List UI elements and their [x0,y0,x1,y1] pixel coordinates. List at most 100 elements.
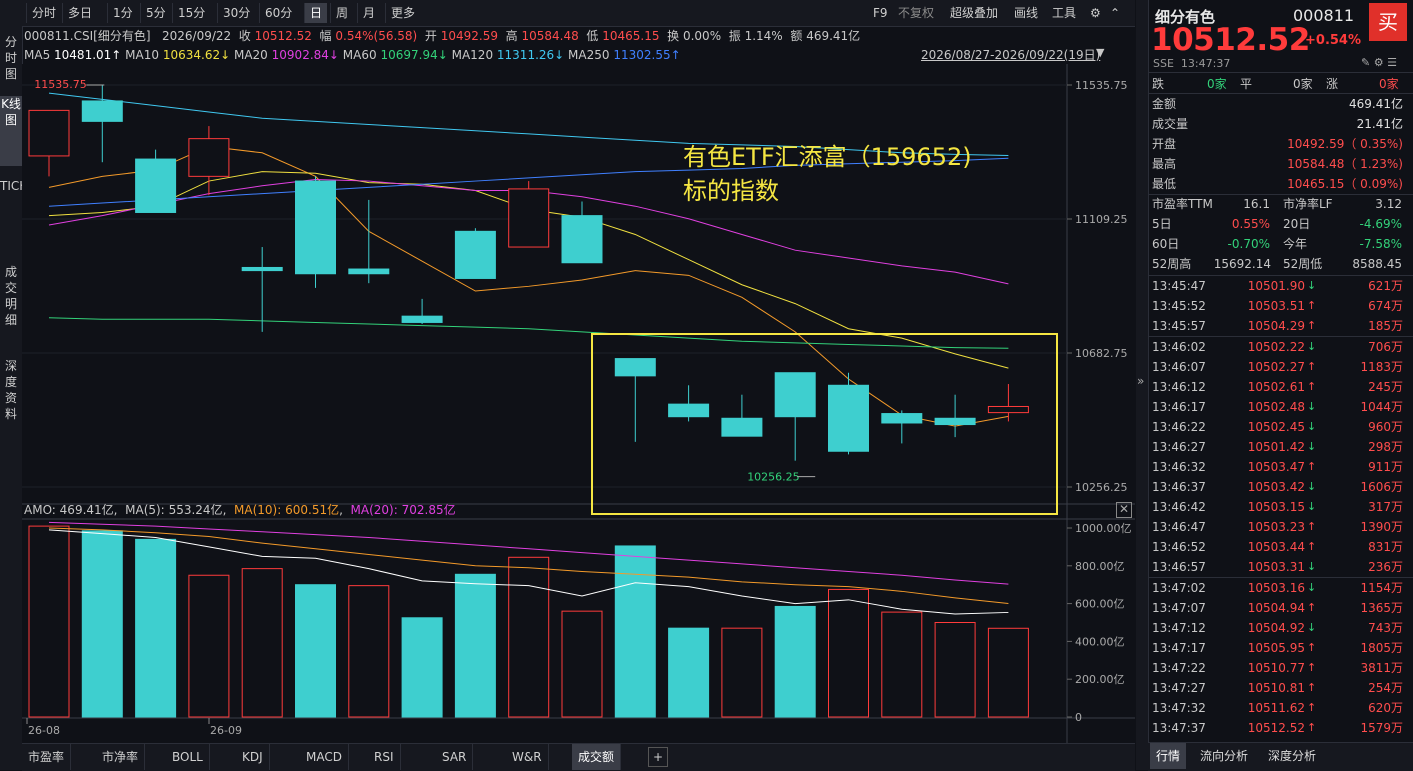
tab-period-9[interactable]: 月 [357,3,380,23]
tick-time-13: 13:46:52 [1152,540,1206,554]
draw-line-button[interactable]: 画线 [1014,3,1038,23]
tick-price-3: 10502.22 [1247,340,1305,354]
tick-time-18: 13:47:17 [1152,641,1206,655]
tick-arrow-0: ↓ [1307,279,1317,292]
pb-value: 3.12 [1375,197,1402,211]
nav-tick[interactable]: TICK [0,178,27,252]
high-label: 高 [505,29,518,43]
stat-value-0: 469.41亿 [1349,97,1403,111]
return-value-b-0: -4.69% [1359,217,1402,231]
tab-period-4[interactable]: 15分 [172,3,210,23]
tick-arrow-22: ↑ [1307,721,1317,734]
panel-tool-icons[interactable]: ✎ ⚙ ☰ [1361,56,1397,69]
tick-volume-19: 3811万 [1360,661,1403,675]
indicator-tab-3[interactable]: KDJ [236,744,270,770]
tick-volume-13: 831万 [1368,540,1403,554]
period-toolbar: 分时 多日 1分 5分 15分 30分 60分日周月更多 F9 不复权 超级叠加 画线 工具… [0,0,1135,27]
volume-bar [28,525,70,718]
tick-time-1: 13:45:52 [1152,299,1206,313]
tick-volume-3: 706万 [1368,340,1403,354]
indicator-tab-5[interactable]: RSI [368,744,401,770]
week52-high-value: 15692.14 [1213,257,1271,271]
tick-price-5: 10502.61 [1247,380,1305,394]
volume-legend: AMO: 469.41亿, MA(5): 553.24亿, MA(10): 60… [24,503,456,517]
candle-body [135,158,177,213]
tab-period-0[interactable]: 分时 [26,3,61,23]
tick-price-8: 10501.42 [1247,440,1305,454]
panel-tab-1[interactable]: 流向分析 [1194,743,1254,769]
indicator-tab-2[interactable]: BOLL [166,744,210,770]
ma-label-0: MA5 [24,48,51,62]
tick-price-4: 10502.27 [1247,360,1305,374]
tick-volume-0: 621万 [1368,279,1403,293]
tab-period-5[interactable]: 30分 [217,3,255,23]
f9-button[interactable]: F9 [873,3,888,23]
quote-info-bar: 000811.CSI[细分有色] 2026/09/22 收 10512.52 幅… [24,27,860,45]
price-tick-label: 10682.75 [1075,347,1128,360]
panel-tab-2[interactable]: 深度分析 [1262,743,1322,769]
tick-price-18: 10505.95 [1247,641,1305,655]
indicator-tab-4[interactable]: MACD [300,744,349,770]
tick-volume-12: 1390万 [1360,520,1403,534]
breadth-up-value: 0家 [1379,77,1399,91]
return-label-b-0: 20日 [1283,217,1311,231]
panel-tab-0[interactable]: 行情 [1150,743,1187,769]
annotation-text: 有色ETF汇添富（159652) 标的指数 [683,140,972,208]
indicator-tab-1[interactable]: 市净率 [96,744,146,770]
return-value-b-1: -7.58% [1359,237,1402,251]
vol-ma20-label: MA(20): [350,503,398,517]
tab-period-2[interactable]: 1分 [107,3,138,23]
tick-volume-21: 620万 [1368,701,1403,715]
tick-arrow-9: ↑ [1307,460,1317,473]
indicator-tab-7[interactable]: W&R [506,744,549,770]
return-value-a-0: 0.55% [1231,217,1270,231]
tab-period-6[interactable]: 60分 [259,3,297,23]
candle-body [81,100,123,122]
tab-period-7[interactable]: 日 [304,3,328,23]
tab-period-1[interactable]: 多日 [62,3,97,23]
buy-button[interactable]: 买 [1369,3,1407,41]
collapse-icon[interactable]: ▼ [1096,46,1104,59]
tick-price-14: 10503.31 [1247,560,1305,574]
indicator-tab-6[interactable]: SAR [436,744,474,770]
nav-trade-details[interactable]: 成交明细 [0,264,22,344]
nav-kline[interactable]: K线图 [0,96,22,166]
tick-price-21: 10511.62 [1247,701,1305,715]
panel-toggle[interactable]: » [1136,0,1148,770]
no-adjust-button[interactable]: 不复权 [898,3,934,23]
nav-timeshare[interactable]: 分时图 [0,34,22,90]
tick-time-5: 13:46:12 [1152,380,1206,394]
add-indicator-button[interactable]: + [648,747,669,767]
tick-arrow-10: ↓ [1307,480,1317,493]
nav-depth[interactable]: 深度资料 [0,358,22,438]
tab-period-10[interactable]: 更多 [385,3,420,23]
tools-button[interactable]: 工具 [1052,3,1076,23]
tick-volume-14: 236万 [1368,560,1403,574]
gear-icon[interactable]: ⚙ [1090,3,1101,23]
tab-period-8[interactable]: 周 [330,3,353,23]
indicator-tab-8[interactable]: 成交额 [572,744,622,770]
tick-arrow-13: ↑ [1307,540,1317,553]
super-overlay-button[interactable]: 超级叠加 [950,3,998,23]
tick-volume-11: 317万 [1368,500,1403,514]
tick-volume-2: 185万 [1368,319,1403,333]
indicator-tab-0[interactable]: 市盈率 [22,744,72,770]
tick-time-0: 13:45:47 [1152,279,1206,293]
volume-bar [934,622,976,718]
close-icon[interactable]: ✕ [1116,502,1132,518]
candle-body [348,268,390,275]
tab-period-3[interactable]: 5分 [140,3,171,23]
candle-body [401,315,443,323]
volume-bar [295,584,336,718]
date-range[interactable]: 2026/08/27-2026/09/22(19日) [921,46,1100,64]
expand-icon[interactable]: ⌃ [1110,3,1120,23]
vol-ma5-value: 553.24亿 [168,503,223,517]
tick-arrow-19: ↑ [1307,661,1317,674]
max-price-label: 11535.75 [34,78,87,91]
tick-arrow-5: ↑ [1307,380,1317,393]
panel-change: +0.54% [1305,33,1361,48]
ma-value-5: 11302.55↑ [613,48,681,62]
open-value: 10492.59 [440,29,498,43]
tick-volume-6: 1044万 [1360,400,1403,414]
chevron-right-icon[interactable]: » [1137,374,1144,388]
